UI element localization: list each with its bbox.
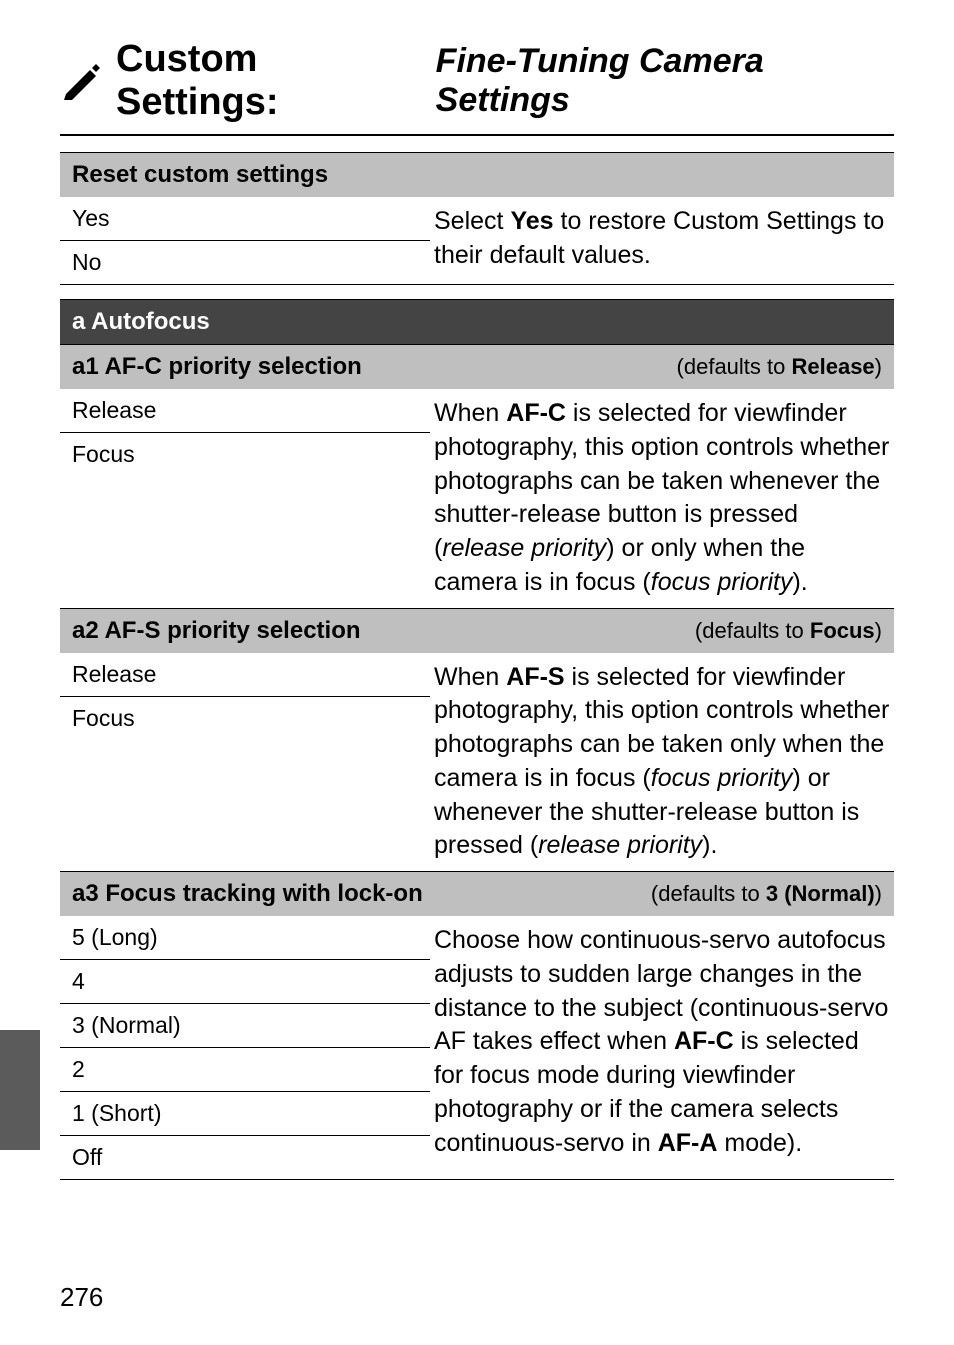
a3-header-left: a3 Focus tracking with lock-on [72, 880, 423, 908]
a2-header-right: (defaults to Focus) [695, 618, 882, 644]
a2-option-focus: Focus [60, 696, 430, 740]
section-a-header: a Autofocus [60, 299, 894, 344]
a1-header-right: (defaults to Release) [677, 354, 882, 380]
a2-description: When AF-S is selected for viewfinder pho… [430, 653, 894, 872]
title-rule [60, 134, 894, 136]
a1-description: When AF-C is selected for viewfinder pho… [430, 389, 894, 608]
a3-option-5long: 5 (Long) [60, 916, 430, 959]
a3-header: a3 Focus tracking with lock-on (defaults… [60, 871, 894, 916]
a3-option-2: 2 [60, 1047, 430, 1091]
pencil-icon [60, 58, 102, 105]
reset-option-no: No [60, 240, 430, 284]
a3-option-3normal: 3 (Normal) [60, 1003, 430, 1047]
reset-header: Reset custom settings [60, 152, 894, 197]
a2-header: a2 AF-S priority selection (defaults to … [60, 608, 894, 653]
a3-description: Choose how continuous-servo autofocus ad… [430, 916, 894, 1179]
a3-option-4: 4 [60, 959, 430, 1003]
page-number: 276 [60, 1282, 103, 1313]
a2-header-left: a2 AF-S priority selection [72, 617, 361, 645]
reset-description: Select Yes to restore Custom Settings to… [430, 197, 894, 284]
title-bold: Custom Settings: [116, 38, 422, 124]
side-tab [0, 1030, 40, 1150]
a1-option-focus: Focus [60, 432, 430, 476]
a2-option-release: Release [60, 653, 430, 696]
reset-option-yes: Yes [60, 197, 430, 240]
a1-header: a1 AF-C priority selection (defaults to … [60, 344, 894, 389]
page-title-row: Custom Settings: Fine-Tuning Camera Sett… [60, 38, 894, 124]
title-italic: Fine-Tuning Camera Settings [436, 42, 894, 120]
a1-option-release: Release [60, 389, 430, 432]
a3-option-1short: 1 (Short) [60, 1091, 430, 1135]
a3-header-right: (defaults to 3 (Normal)) [651, 881, 882, 907]
a1-header-left: a1 AF-C priority selection [72, 353, 362, 381]
a3-option-off: Off [60, 1135, 430, 1179]
